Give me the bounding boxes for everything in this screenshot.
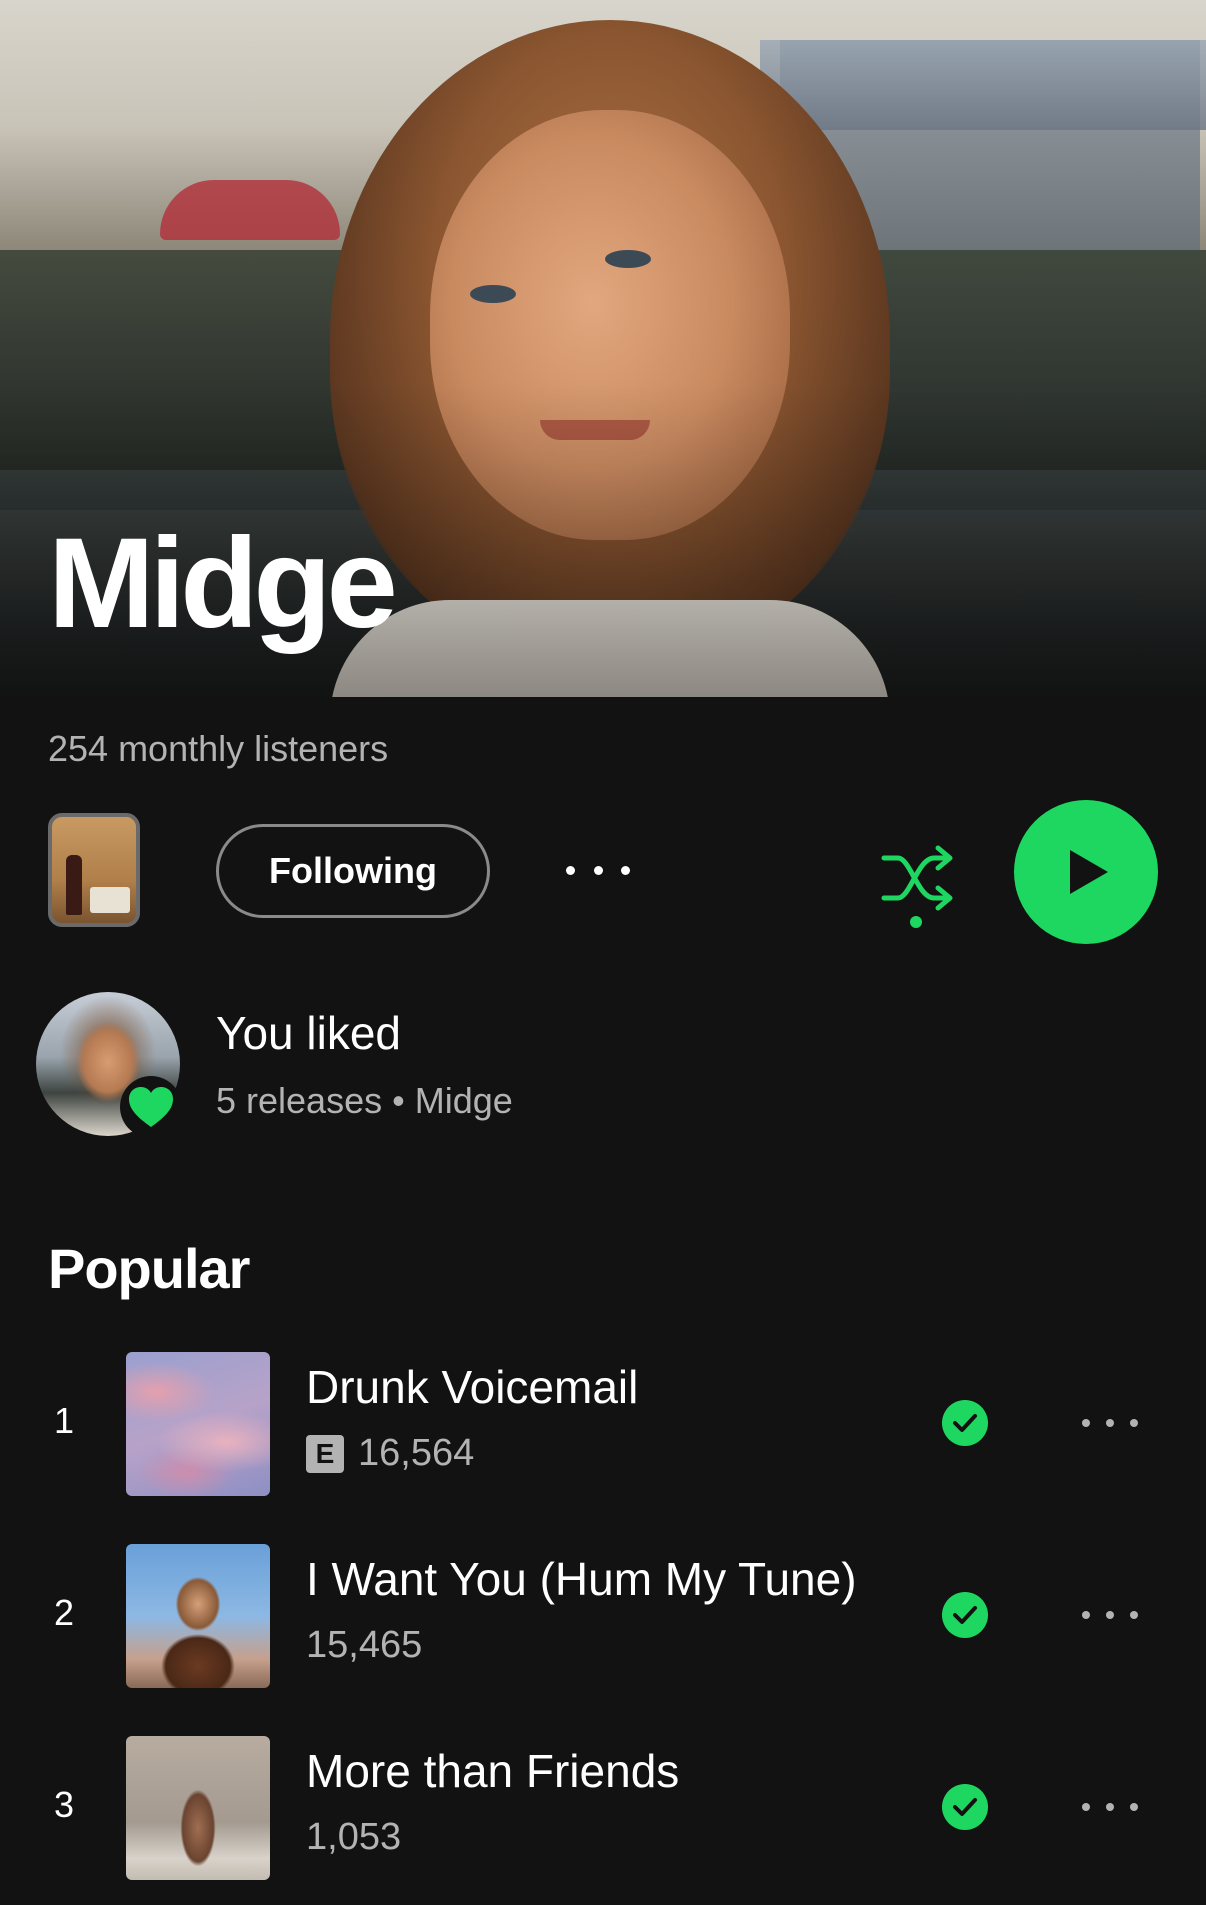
more-options-button[interactable] — [566, 852, 630, 888]
following-button[interactable]: Following — [216, 824, 490, 918]
saved-button[interactable] — [942, 1592, 988, 1638]
popular-heading: Popular — [48, 1237, 250, 1300]
liked-title: You liked — [216, 1007, 402, 1059]
explicit-badge: E — [306, 1434, 344, 1473]
check-icon — [953, 1798, 977, 1816]
play-icon — [1070, 850, 1108, 894]
track-row[interactable]: 3 More than Friends 1,053 — [0, 1734, 1206, 1880]
shuffle-icon — [881, 845, 953, 928]
track-number: 1 — [54, 1400, 75, 1441]
track-row[interactable]: 1 Drunk Voicemail E 16,564 — [0, 1350, 1206, 1496]
more-horizontal-icon — [1082, 1803, 1090, 1811]
track-play-count: 15,465 — [306, 1624, 423, 1666]
more-horizontal-icon — [1082, 1611, 1090, 1619]
track-more-button[interactable] — [1082, 1416, 1138, 1430]
saved-button[interactable] — [942, 1400, 988, 1446]
liked-songs-row[interactable]: You liked 5 releases • Midge — [0, 988, 1206, 1138]
play-button[interactable] — [1014, 800, 1158, 944]
artist-name: Midge — [48, 512, 398, 655]
track-artwork — [126, 1736, 270, 1880]
saved-button[interactable] — [942, 1784, 988, 1830]
track-play-count: 16,564 — [358, 1432, 475, 1474]
monthly-listeners: 254 monthly listeners — [48, 728, 389, 769]
heart-badge — [120, 1076, 182, 1138]
track-row[interactable]: 2 I Want You (Hum My Tune) 15,465 — [0, 1542, 1206, 1688]
shuffle-button[interactable] — [878, 840, 958, 930]
track-more-button[interactable] — [1082, 1608, 1138, 1622]
artist-canvas-thumbnail[interactable] — [48, 813, 140, 927]
liked-subtitle: 5 releases • Midge — [216, 1080, 513, 1121]
track-number: 2 — [54, 1592, 75, 1633]
track-title: I Want You (Hum My Tune) — [306, 1553, 857, 1605]
track-number: 3 — [54, 1784, 75, 1825]
check-icon — [953, 1606, 977, 1624]
more-horizontal-icon — [566, 865, 575, 875]
heart-icon — [129, 1087, 173, 1127]
check-icon — [953, 1414, 977, 1432]
track-artwork — [126, 1352, 270, 1496]
track-more-button[interactable] — [1082, 1800, 1138, 1814]
track-artwork — [126, 1544, 270, 1688]
artist-controls: Following — [0, 800, 1206, 950]
track-title: More than Friends — [306, 1745, 680, 1797]
more-horizontal-icon — [1082, 1419, 1090, 1427]
track-title: Drunk Voicemail — [306, 1361, 639, 1413]
track-play-count: 1,053 — [306, 1816, 402, 1858]
